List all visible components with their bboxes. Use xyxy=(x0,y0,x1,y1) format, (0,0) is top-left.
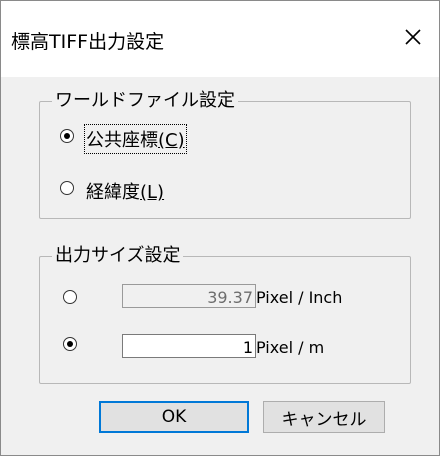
radio-latitude-longitude[interactable] xyxy=(60,181,74,195)
dialog-window: 標高TIFF出力設定 ワールドファイル設定 公共座標(C) 経緯度(L) 出力サ… xyxy=(0,0,440,456)
output-size-group: 出力サイズ設定 39.37 Pixel / Inch 1 Pixel / m xyxy=(39,243,411,384)
title-bar: 標高TIFF出力設定 xyxy=(1,1,439,77)
dialog-title: 標高TIFF出力設定 xyxy=(11,31,165,53)
pixel-per-meter-unit: Pixel / m xyxy=(256,338,325,357)
cancel-button[interactable]: キャンセル xyxy=(263,401,385,433)
close-button[interactable] xyxy=(393,17,433,57)
radio-pixel-per-inch[interactable] xyxy=(63,290,77,304)
pixel-per-meter-field[interactable]: 1 xyxy=(122,334,256,358)
ok-button[interactable]: OK xyxy=(99,401,249,433)
world-file-group-label: ワールドファイル設定 xyxy=(52,88,238,114)
pixel-per-inch-unit: Pixel / Inch xyxy=(256,288,343,307)
close-icon xyxy=(405,29,421,45)
radio-public-coordinates[interactable] xyxy=(60,129,74,143)
radio-public-coordinates-label[interactable]: 公共座標(C) xyxy=(84,124,187,154)
radio-pixel-per-meter[interactable] xyxy=(63,337,77,351)
output-size-group-label: 出力サイズ設定 xyxy=(52,243,184,269)
world-file-group: ワールドファイル設定 公共座標(C) 経緯度(L) xyxy=(39,88,411,219)
radio-latitude-longitude-label[interactable]: 経緯度(L) xyxy=(86,178,164,204)
pixel-per-inch-field: 39.37 xyxy=(122,284,256,308)
